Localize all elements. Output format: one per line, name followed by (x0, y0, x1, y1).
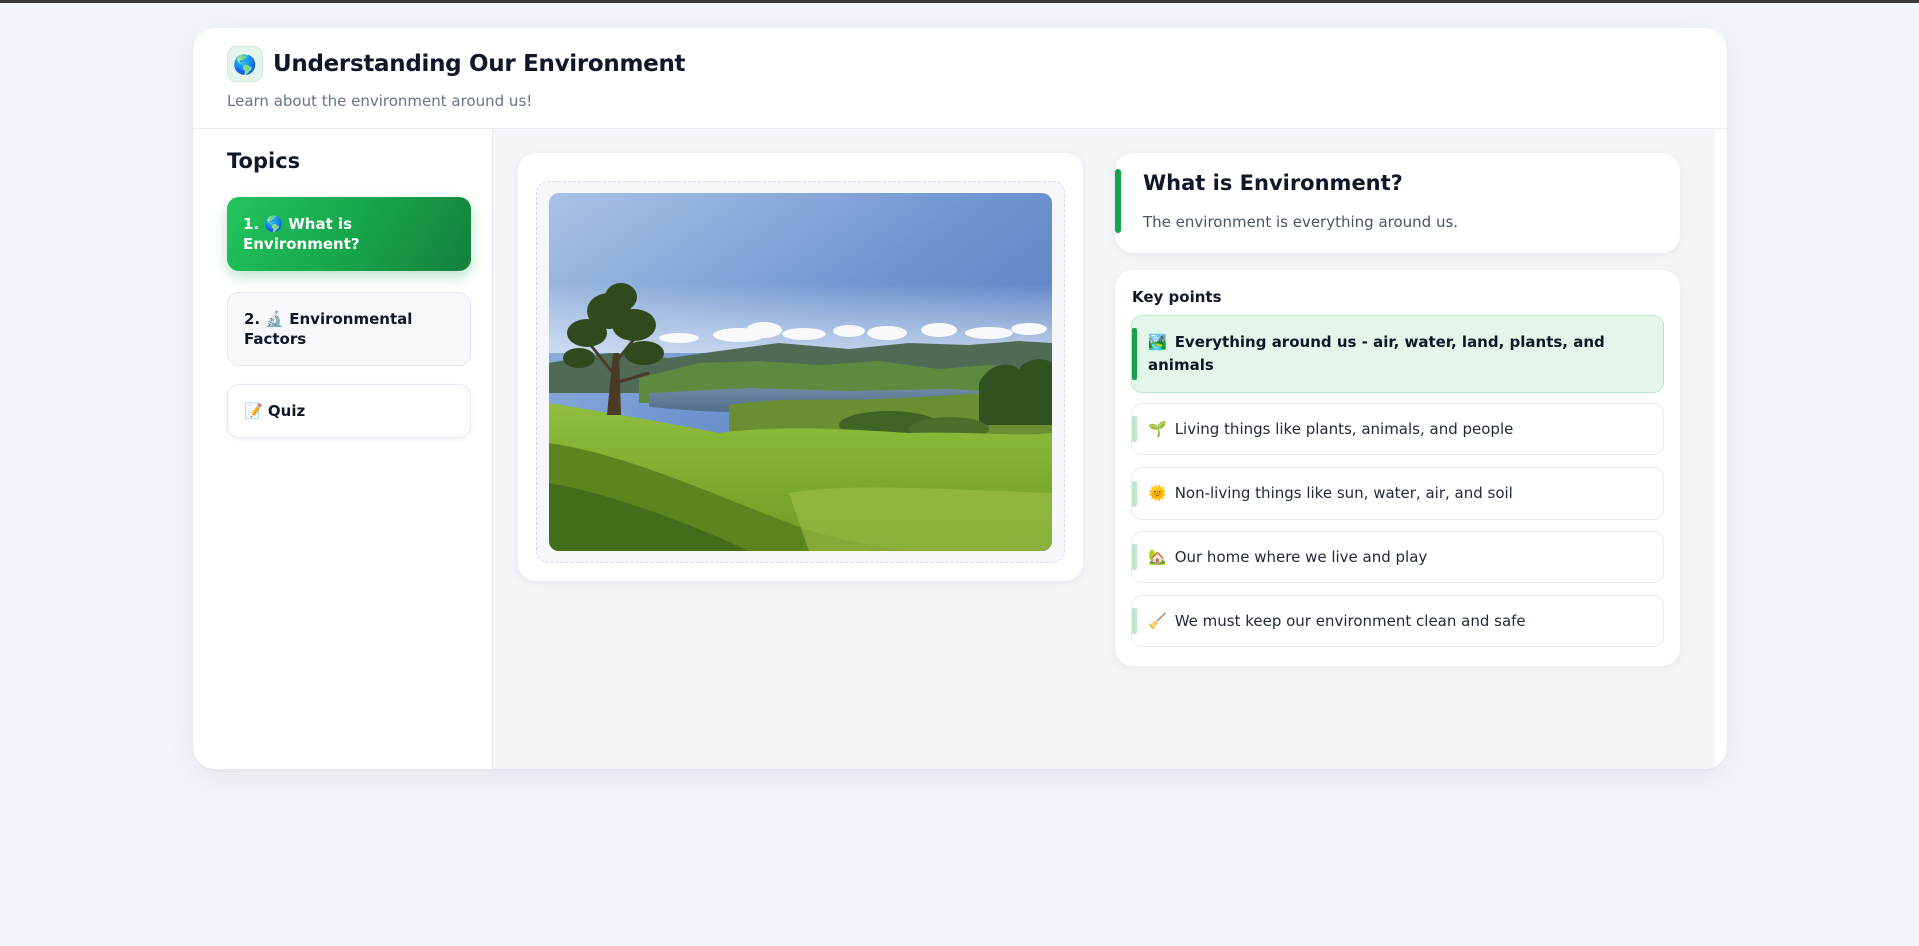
house-icon: 🏡 (1148, 547, 1167, 566)
key-point-label: Living things like plants, animals, and … (1174, 419, 1514, 438)
key-point-item[interactable]: 🌞 Non-living things like sun, water, air… (1131, 467, 1664, 520)
key-point-text: 🏞️ Everything around us - air, water, lan… (1148, 331, 1645, 377)
title-row: 🌎 Understanding Our Environment (227, 46, 686, 82)
page-header: 🌎 Understanding Our Environment Learn ab… (193, 28, 1727, 129)
sun-icon: 🌞 (1148, 484, 1167, 502)
sidebar: Topics 1. 🌎 What is Environment? 2. 🔬 En… (205, 129, 493, 769)
key-point-item[interactable]: 🏡 Our home where we live and play (1131, 531, 1664, 583)
key-point-label: Our home where we live and play (1174, 547, 1428, 566)
seedling-icon: 🌱 (1148, 419, 1167, 438)
sidebar-item-quiz[interactable]: 📝 Quiz (227, 384, 471, 438)
sidebar-heading: Topics (227, 149, 301, 173)
sidebar-item-label: 1. 🌎 What is Environment? (243, 215, 360, 253)
sidebar-item-what-is-environment[interactable]: 1. 🌎 What is Environment? (227, 197, 471, 271)
key-points-card: Key points 🏞️ Everything around us - air,… (1115, 270, 1680, 666)
page-title: Understanding Our Environment (273, 51, 686, 77)
key-point-item[interactable]: 🧹 We must keep our environment clean and… (1131, 595, 1664, 647)
key-point-label: We must keep our environment clean and s… (1174, 611, 1526, 630)
key-points-heading: Key points (1132, 288, 1222, 306)
topic-title: What is Environment? (1143, 171, 1403, 195)
landscape-image (549, 193, 1052, 551)
sidebar-item-label: 📝 Quiz (244, 402, 306, 420)
broom-icon: 🧹 (1148, 611, 1167, 630)
key-point-label: Non-living things like sun, water, air, … (1174, 484, 1513, 502)
globe-icon: 🌎 (227, 46, 263, 82)
sidebar-item-environmental-factors[interactable]: 2. 🔬 Environmental Factors (227, 292, 471, 366)
landscape-icon: 🏞️ (1148, 333, 1167, 351)
page-subtitle: Learn about the environment around us! (227, 92, 533, 110)
key-point-label: Everything around us - air, water, land,… (1148, 333, 1605, 374)
window-top-border (0, 0, 1919, 3)
key-point-item[interactable]: 🏞️ Everything around us - air, water, lan… (1131, 315, 1664, 393)
topic-info-card: What is Environment? The environment is … (1115, 153, 1680, 253)
image-card (518, 153, 1083, 581)
key-point-item[interactable]: 🌱 Living things like plants, animals, an… (1131, 403, 1664, 455)
image-frame (536, 181, 1065, 563)
main-content: What is Environment? The environment is … (493, 129, 1715, 769)
app-container: 🌎 Understanding Our Environment Learn ab… (193, 28, 1727, 769)
sidebar-item-label: 2. 🔬 Environmental Factors (244, 310, 413, 348)
accent-bar (1115, 169, 1121, 233)
topic-description: The environment is everything around us. (1143, 213, 1459, 231)
